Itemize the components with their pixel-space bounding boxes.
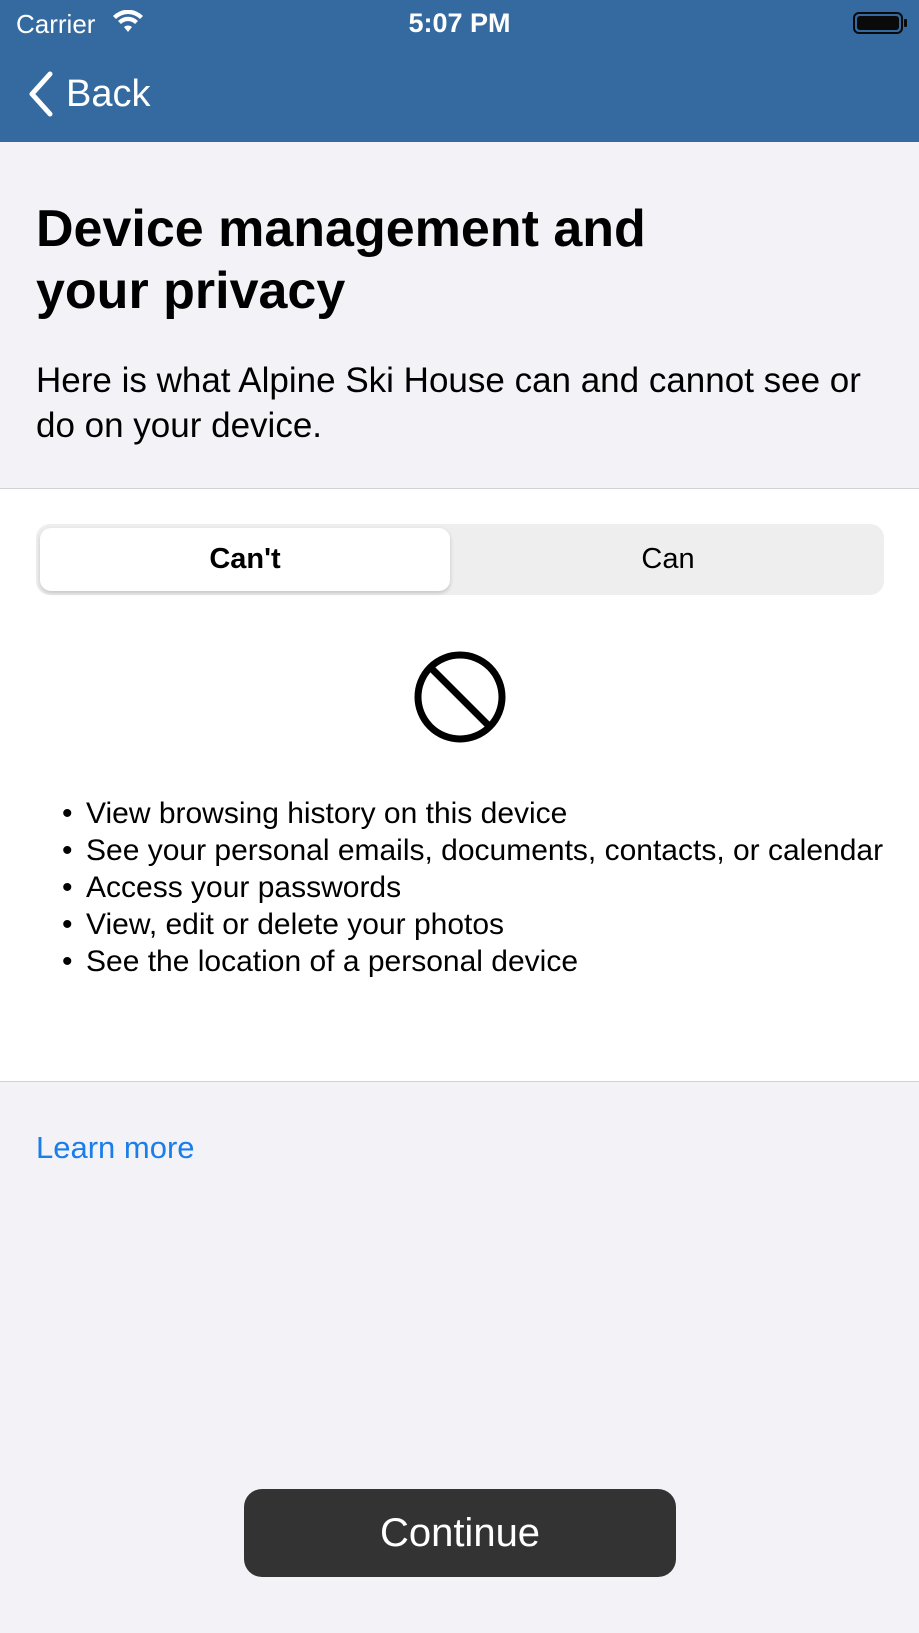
continue-button[interactable]: Continue [244, 1489, 676, 1577]
cant-list: View browsing history on this device See… [62, 795, 892, 980]
intro-text: Here is what Alpine Ski House can and ca… [36, 361, 861, 445]
tab-cant[interactable]: Can't [40, 528, 450, 591]
list-item: View browsing history on this device [62, 795, 892, 832]
list-item: Access your passwords [62, 869, 892, 906]
navigation-bar: Carrier 5:07 PM Back [0, 0, 919, 142]
tab-can[interactable]: Can [456, 528, 880, 591]
clock: 5:07 PM [408, 8, 511, 38]
list-item: See your personal emails, documents, con… [62, 832, 892, 869]
list-item: View, edit or delete your photos [62, 906, 892, 943]
divider [0, 1081, 919, 1082]
status-bar: Carrier 5:07 PM [0, 0, 919, 46]
segmented-control: Can't Can [36, 524, 884, 595]
page-title: Device management and your privacy [36, 200, 646, 320]
battery-icon [853, 11, 909, 40]
prohibited-icon [412, 649, 508, 750]
list-item: See the location of a personal device [62, 943, 892, 980]
back-label: Back [66, 72, 151, 115]
learn-more-link[interactable]: Learn more [36, 1130, 195, 1166]
back-chevron-icon [26, 70, 54, 118]
back-button[interactable]: Back [26, 68, 150, 120]
